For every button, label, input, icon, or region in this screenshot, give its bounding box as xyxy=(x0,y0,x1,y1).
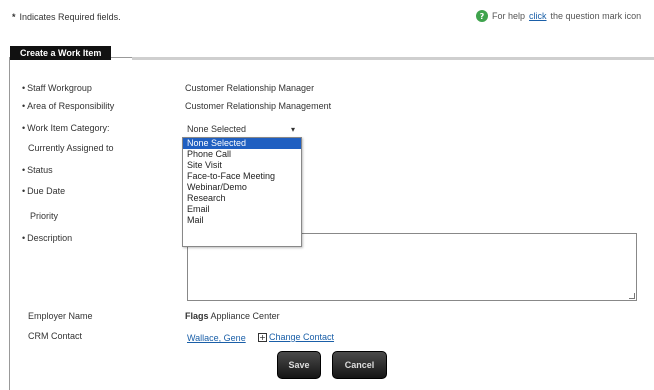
dropdown-arrow-icon[interactable]: ▾ xyxy=(291,122,295,137)
status-label: Status xyxy=(22,165,53,175)
employer-name-label: Employer Name xyxy=(28,311,93,321)
required-star: * xyxy=(12,12,16,22)
dropdown-option[interactable]: Research xyxy=(183,193,301,204)
staff-workgroup-value: Customer Relationship Manager xyxy=(185,83,315,93)
panel-header-bar xyxy=(132,57,654,60)
area-of-responsibility-value: Customer Relationship Management xyxy=(185,101,332,111)
dropdown-option[interactable]: None Selected xyxy=(183,138,301,149)
help-link[interactable]: click xyxy=(529,11,547,21)
cancel-button[interactable]: Cancel xyxy=(332,351,387,379)
save-button[interactable]: Save xyxy=(277,351,321,379)
work-item-category-label: Work Item Category: xyxy=(22,123,109,133)
help-prefix: For help xyxy=(492,11,526,21)
dropdown-option[interactable]: Site Visit xyxy=(183,160,301,171)
resize-grip-icon[interactable] xyxy=(629,293,635,299)
help-note: ? For help click the question mark icon xyxy=(476,10,641,22)
dropdown-option[interactable]: Email xyxy=(183,204,301,215)
staff-workgroup-label: Staff Workgroup xyxy=(22,83,92,93)
panel-title: Create a Work Item xyxy=(10,46,112,60)
dropdown-option[interactable]: Face-to-Face Meeting xyxy=(183,171,301,182)
description-label: Description xyxy=(22,233,72,243)
category-dropdown-list[interactable]: None Selected Phone Call Site Visit Face… xyxy=(182,137,302,247)
dropdown-option[interactable]: Webinar/Demo xyxy=(183,182,301,193)
plus-box-icon[interactable]: + xyxy=(258,332,267,342)
currently-assigned-label: Currently Assigned to xyxy=(28,143,114,153)
change-contact[interactable]: + Change Contact xyxy=(258,332,334,342)
crm-contact-link[interactable]: Wallace, Gene xyxy=(187,333,246,343)
crm-contact-label: CRM Contact xyxy=(28,331,83,341)
employer-name-bold: Flags xyxy=(185,311,209,321)
work-item-category-select[interactable]: None Selected ▾ xyxy=(185,122,301,137)
required-fields-note: * Indicates Required fields. xyxy=(12,12,121,22)
category-selected-value: None Selected xyxy=(187,124,247,134)
employer-name-value: Flags Appliance Center xyxy=(185,311,280,321)
priority-label: Priority xyxy=(30,211,59,221)
dropdown-option[interactable]: Phone Call xyxy=(183,149,301,160)
employer-name-rest: Appliance Center xyxy=(210,311,280,321)
change-contact-link[interactable]: Change Contact xyxy=(269,332,334,342)
area-of-responsibility-label: Area of Responsibility xyxy=(22,101,114,111)
dropdown-option[interactable]: Mail xyxy=(183,215,301,226)
question-mark-icon[interactable]: ? xyxy=(476,10,488,22)
help-suffix: the question mark icon xyxy=(550,11,642,21)
due-date-label: Due Date xyxy=(22,186,65,196)
required-note-text: Indicates Required fields. xyxy=(19,12,121,22)
